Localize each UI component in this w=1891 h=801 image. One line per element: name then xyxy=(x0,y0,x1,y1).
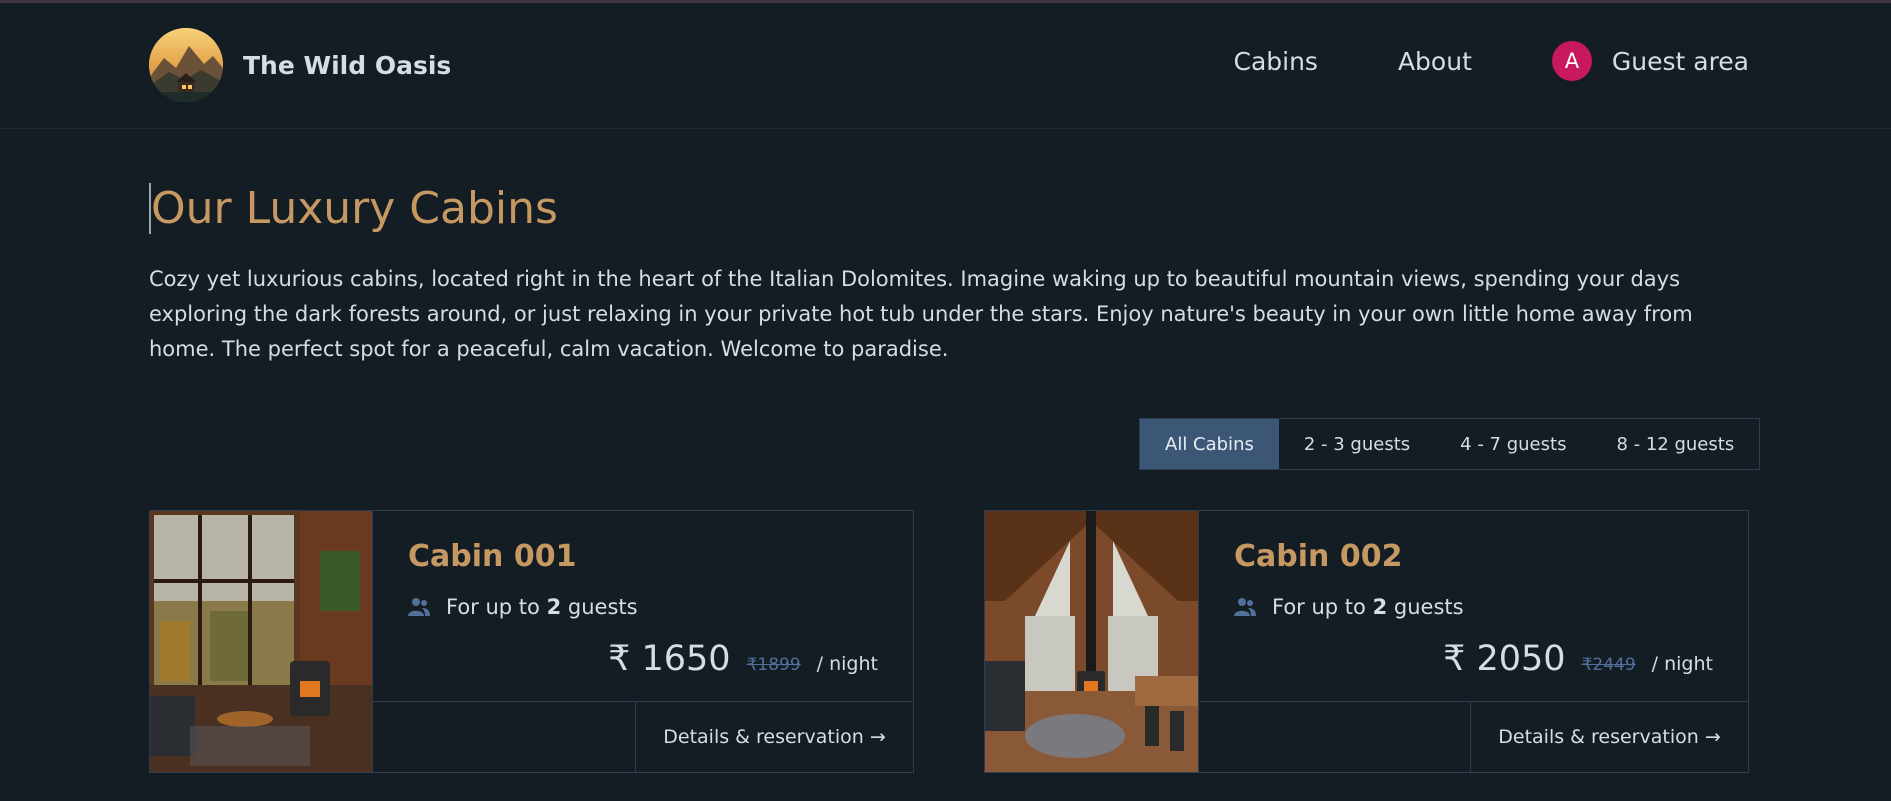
capacity-suffix: guests xyxy=(567,595,638,619)
logo-link[interactable]: The Wild Oasis xyxy=(149,28,451,102)
filter-8-12-guests[interactable]: 8 - 12 guests xyxy=(1591,419,1759,469)
cabin-photo xyxy=(985,511,1198,772)
cabin-price: ₹ 2050 ₹2449 / night xyxy=(1443,639,1713,679)
cabin-card: Cabin 002 For up to 2 guests ₹ 2050 ₹244… xyxy=(984,510,1749,773)
avatar: A xyxy=(1551,41,1592,81)
original-price: ₹2449 xyxy=(1581,655,1636,675)
page-title: Our Luxury Cabins xyxy=(149,183,558,234)
capacity-prefix: For up to xyxy=(446,595,540,619)
capacity-prefix: For up to xyxy=(1272,595,1366,619)
intro-paragraph: Cozy yet luxurious cabins, located right… xyxy=(149,267,1693,361)
capacity-count: 2 xyxy=(1372,595,1388,619)
price-unit: / night xyxy=(1651,653,1713,675)
card-footer: Details & reservation → xyxy=(373,701,913,772)
users-icon xyxy=(408,598,430,616)
details-reservation-link[interactable]: Details & reservation → xyxy=(1470,702,1748,772)
cabin-capacity: For up to 2 guests xyxy=(408,595,638,619)
cabin-info: Cabin 002 For up to 2 guests ₹ 2050 ₹244… xyxy=(1198,511,1748,772)
guest-area-link[interactable]: A Guest area xyxy=(1551,41,1749,81)
nav-about-link[interactable]: About xyxy=(1398,47,1472,76)
filter-2-3-guests[interactable]: 2 - 3 guests xyxy=(1279,419,1435,469)
original-price: ₹1899 xyxy=(746,655,801,675)
cabin-name: Cabin 001 xyxy=(408,539,577,574)
site-header: The Wild Oasis Cabins About A Guest area xyxy=(0,3,1891,129)
capacity-count: 2 xyxy=(546,595,562,619)
cabin-capacity: For up to 2 guests xyxy=(1234,595,1464,619)
card-footer: Details & reservation → xyxy=(1199,701,1748,772)
capacity-suffix: guests xyxy=(1393,595,1464,619)
users-icon xyxy=(1234,598,1256,616)
brand-name: The Wild Oasis xyxy=(243,50,452,80)
price-unit: / night xyxy=(816,653,878,675)
capacity-filter: All Cabins 2 - 3 guests 4 - 7 guests 8 -… xyxy=(1139,418,1761,470)
main-nav: Cabins About A Guest area xyxy=(1153,41,1749,81)
cabin-photo xyxy=(150,511,372,772)
nav-cabins-link[interactable]: Cabins xyxy=(1233,47,1317,76)
cabin-card: Cabin 001 For up to 2 guests ₹ 1650 ₹189… xyxy=(149,510,914,773)
filter-4-7-guests[interactable]: 4 - 7 guests xyxy=(1435,419,1591,469)
guest-area-label: Guest area xyxy=(1611,46,1749,76)
current-price: ₹ 2050 xyxy=(1443,639,1566,679)
cabin-info: Cabin 001 For up to 2 guests ₹ 1650 ₹189… xyxy=(372,511,913,772)
filter-all-cabins[interactable]: All Cabins xyxy=(1140,419,1279,469)
current-price: ₹ 1650 xyxy=(608,639,731,679)
cabin-name: Cabin 002 xyxy=(1234,539,1403,574)
logo-image xyxy=(149,28,223,102)
cabin-price: ₹ 1650 ₹1899 / night xyxy=(608,639,878,679)
details-reservation-link[interactable]: Details & reservation → xyxy=(635,702,913,772)
